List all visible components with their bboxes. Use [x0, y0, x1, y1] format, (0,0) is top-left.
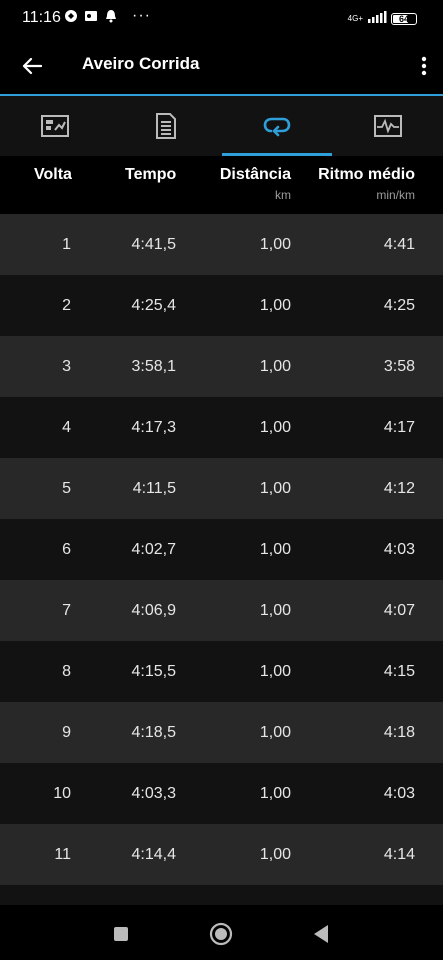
table-row[interactable]: 1 4:41,5 1,00 4:41	[0, 214, 443, 275]
tab-details[interactable]	[111, 96, 222, 156]
lap-distance: 1,00	[259, 663, 291, 680]
lap-number: 1	[62, 236, 71, 253]
lap-pace: 4:17	[383, 419, 415, 436]
lap-pace: 4:03	[383, 785, 415, 802]
battery-icon: 64	[391, 13, 417, 25]
table-row[interactable]: 5 4:11,5 1,00 4:12	[0, 458, 443, 519]
lap-pace: 4:18	[383, 724, 415, 741]
lap-pace: 4:12	[383, 480, 415, 497]
lap-number: 2	[62, 297, 71, 314]
tab-laps[interactable]	[221, 96, 333, 156]
lap-number: 3	[62, 358, 71, 375]
lap-time: 4:41,5	[131, 236, 176, 253]
graph-icon	[373, 115, 402, 137]
back-arrow-icon	[22, 57, 42, 75]
network-type-label: 4G+	[347, 14, 363, 23]
lap-time: 4:25,4	[131, 297, 176, 314]
app-notification-icon	[64, 9, 78, 23]
lap-distance: 1,00	[259, 236, 291, 253]
lap-pace: 4:07	[383, 602, 415, 619]
lap-number: 11	[54, 846, 71, 863]
app-bar: Aveiro Corrida	[0, 38, 443, 96]
tab-graphs[interactable]	[332, 96, 443, 156]
table-row[interactable]: 9 4:18,5 1,00 4:18	[0, 702, 443, 763]
lap-number: 10	[53, 785, 71, 802]
lap-number: 4	[62, 419, 71, 436]
laps-table: 1 4:41,5 1,00 4:41 2 4:25,4 1,00 4:25 3 …	[0, 214, 443, 905]
column-header-time: Tempo	[125, 166, 177, 183]
lap-number: 7	[62, 602, 71, 619]
column-header-lap: Volta	[34, 166, 72, 183]
lap-distance: 1,00	[259, 724, 291, 741]
laps-icon	[263, 117, 291, 137]
lap-distance: 1,00	[259, 846, 291, 863]
status-notification-icons: ···	[64, 7, 151, 24]
lap-number: 9	[62, 724, 71, 741]
table-row[interactable]: 2 4:25,4 1,00 4:25	[0, 275, 443, 336]
tab-summary[interactable]	[0, 96, 111, 156]
status-time: 11:16	[22, 9, 61, 26]
lap-distance: 1,00	[259, 602, 291, 619]
lap-distance: 1,00	[259, 358, 291, 375]
lap-time: 4:11,5	[132, 480, 176, 497]
lap-time: 4:17,3	[131, 419, 176, 436]
back-button[interactable]	[18, 52, 46, 80]
page-title: Aveiro Corrida	[82, 54, 200, 73]
circle-home-icon	[209, 922, 233, 946]
lap-pace: 4:14	[383, 846, 415, 863]
bell-icon	[104, 9, 118, 23]
more-vertical-icon	[421, 56, 427, 76]
table-header: Volta Tempo Distância km Ritmo médio min…	[0, 156, 443, 214]
lap-time: 4:03,3	[131, 785, 176, 802]
details-list-icon	[156, 113, 177, 139]
status-bar: 11:16 ··· 4G+ 64	[0, 0, 443, 38]
table-row[interactable]: 8 4:15,5 1,00 4:15	[0, 641, 443, 702]
lap-time: 4:14,4	[131, 846, 176, 863]
lap-number: 5	[62, 480, 71, 497]
lap-distance: 1,00	[259, 785, 291, 802]
lap-pace: 4:03	[383, 541, 415, 558]
status-system-icons: 4G+ 64	[348, 10, 417, 28]
table-row-partial[interactable]	[0, 885, 443, 905]
outlook-icon	[84, 9, 98, 23]
lap-time: 4:18,5	[131, 724, 176, 741]
triangle-back-icon	[314, 925, 328, 943]
lap-distance: 1,00	[259, 480, 291, 497]
lap-time: 3:58,1	[131, 358, 176, 375]
column-header-distance: Distância	[219, 166, 291, 183]
lap-time: 4:06,9	[131, 602, 176, 619]
lap-pace: 4:25	[383, 297, 415, 314]
lap-time: 4:02,7	[131, 541, 176, 558]
lap-pace: 4:41	[383, 236, 415, 253]
table-row[interactable]: 4 4:17,3 1,00 4:17	[0, 397, 443, 458]
table-row[interactable]: 7 4:06,9 1,00 4:07	[0, 580, 443, 641]
lap-pace: 4:15	[383, 663, 415, 680]
lap-number: 8	[62, 663, 71, 680]
table-row[interactable]: 6 4:02,7 1,00 4:03	[0, 519, 443, 580]
column-unit-pace: min/km	[376, 188, 415, 202]
overflow-menu-button[interactable]	[417, 52, 431, 80]
back-nav-button[interactable]	[307, 920, 335, 948]
lap-number: 6	[62, 541, 71, 558]
signal-icon	[367, 10, 387, 28]
recents-button[interactable]	[107, 920, 135, 948]
square-recents-icon	[114, 927, 128, 941]
summary-chart-icon	[41, 115, 70, 137]
lap-pace: 3:58	[383, 358, 415, 375]
home-button[interactable]	[207, 920, 235, 948]
lap-time: 4:15,5	[131, 663, 176, 680]
lap-distance: 1,00	[259, 297, 291, 314]
lap-distance: 1,00	[259, 541, 291, 558]
more-notifications-indicator: ···	[132, 7, 151, 24]
tab-bar	[0, 96, 443, 156]
lap-distance: 1,00	[259, 419, 291, 436]
column-header-pace: Ritmo médio	[318, 166, 415, 183]
table-row[interactable]: 3 3:58,1 1,00 3:58	[0, 336, 443, 397]
table-row[interactable]: 10 4:03,3 1,00 4:03	[0, 763, 443, 824]
table-row[interactable]: 11 4:14,4 1,00 4:14	[0, 824, 443, 885]
system-navigation-bar	[0, 906, 443, 960]
battery-level: 64	[398, 14, 409, 24]
column-unit-distance: km	[275, 188, 291, 202]
